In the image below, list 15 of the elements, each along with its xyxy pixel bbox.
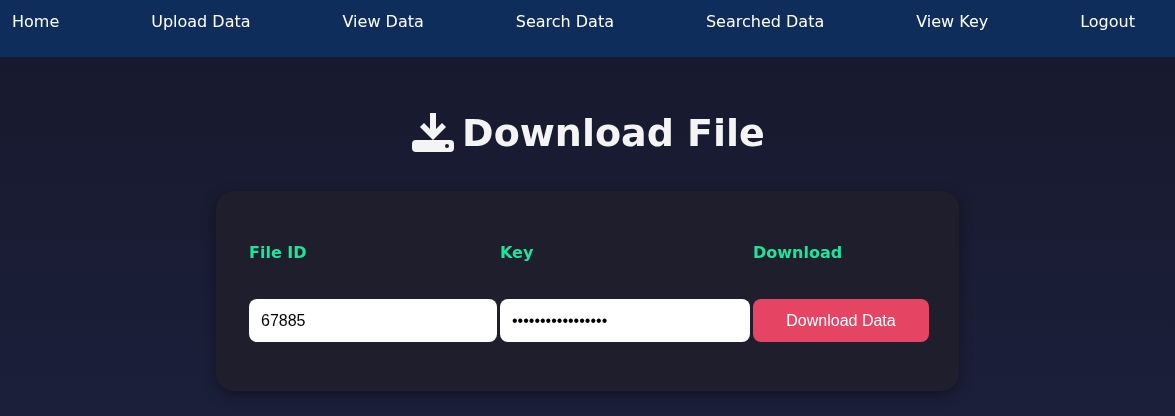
download-button[interactable]: Download Data <box>753 299 929 342</box>
nav-link[interactable]: Upload Data <box>151 12 251 31</box>
nav-link[interactable]: View Key <box>916 12 989 31</box>
nav-link[interactable]: Search Data <box>515 12 614 31</box>
nav-link[interactable]: Logout <box>1080 12 1135 31</box>
nav-link[interactable]: Searched Data <box>705 12 825 31</box>
page-title: Download File <box>462 111 765 155</box>
column-label: Key <box>500 243 535 264</box>
column-label: Download <box>753 243 844 264</box>
file-id-field[interactable]: 67885 <box>249 299 497 342</box>
nav-link[interactable]: View Data <box>342 12 424 31</box>
nav-link[interactable]: Home <box>12 12 60 31</box>
key-field[interactable]: ••••••••••••••••• <box>500 299 750 342</box>
download-icon <box>410 113 457 153</box>
column-label: File ID <box>249 243 308 264</box>
